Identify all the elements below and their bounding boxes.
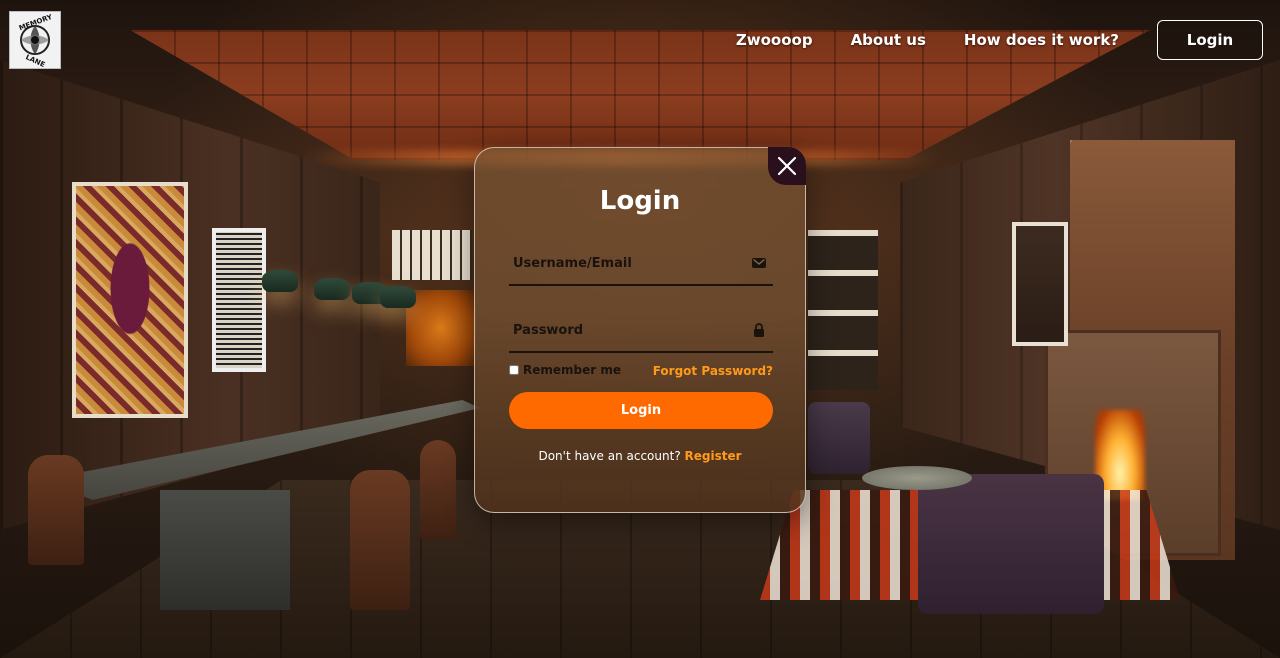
armchair-small bbox=[808, 402, 870, 474]
header-login-button[interactable]: Login bbox=[1157, 20, 1263, 60]
remember-me-checkbox[interactable] bbox=[509, 365, 519, 375]
nav-link-how-it-works[interactable]: How does it work? bbox=[964, 31, 1119, 49]
pendant-lamp bbox=[314, 278, 350, 300]
top-nav: Zwoooop About us How does it work? Login bbox=[736, 0, 1280, 80]
remember-me: Remember me bbox=[509, 363, 621, 377]
lock-icon bbox=[754, 323, 764, 337]
login-submit-button[interactable]: Login bbox=[509, 392, 773, 429]
password-input[interactable] bbox=[509, 311, 743, 349]
chair bbox=[350, 470, 410, 610]
password-field bbox=[509, 311, 773, 353]
painting-small bbox=[212, 228, 266, 372]
pendant-lamp bbox=[380, 286, 416, 308]
close-button[interactable] bbox=[768, 147, 806, 185]
bookshelf-right bbox=[808, 230, 878, 390]
chair bbox=[420, 440, 456, 540]
modal-title: Login bbox=[599, 186, 681, 216]
page: MEMORY LANE Zwoooop About us How does it… bbox=[0, 0, 1280, 658]
register-prompt: Don't have an account? bbox=[538, 449, 685, 463]
username-input[interactable] bbox=[509, 244, 743, 282]
login-modal: Login Remember me Forgot Password? Login bbox=[474, 147, 806, 513]
pendant-lamp bbox=[262, 270, 298, 292]
username-field bbox=[509, 244, 773, 286]
nav-link-zwoooop[interactable]: Zwoooop bbox=[736, 31, 813, 49]
forgot-password-link[interactable]: Forgot Password? bbox=[653, 364, 773, 378]
remember-me-label: Remember me bbox=[523, 363, 621, 377]
register-link[interactable]: Register bbox=[685, 449, 742, 463]
table-base bbox=[160, 490, 290, 610]
pendant-lamps bbox=[262, 260, 416, 310]
register-row: Don't have an account? Register bbox=[475, 449, 805, 463]
wall-screen bbox=[406, 290, 476, 366]
memory-lane-logo[interactable]: MEMORY LANE bbox=[9, 11, 61, 69]
chair bbox=[28, 455, 84, 565]
painting-right bbox=[1012, 222, 1068, 346]
armchair bbox=[918, 474, 1104, 614]
envelope-icon bbox=[752, 258, 766, 268]
close-icon bbox=[777, 156, 797, 176]
login-options: Remember me Forgot Password? bbox=[509, 363, 773, 381]
logo-graphic: MEMORY LANE bbox=[11, 13, 59, 67]
nav-link-about-us[interactable]: About us bbox=[851, 31, 926, 49]
painting-large bbox=[72, 182, 188, 418]
header: MEMORY LANE Zwoooop About us How does it… bbox=[0, 0, 1280, 80]
coffee-table bbox=[862, 466, 972, 490]
